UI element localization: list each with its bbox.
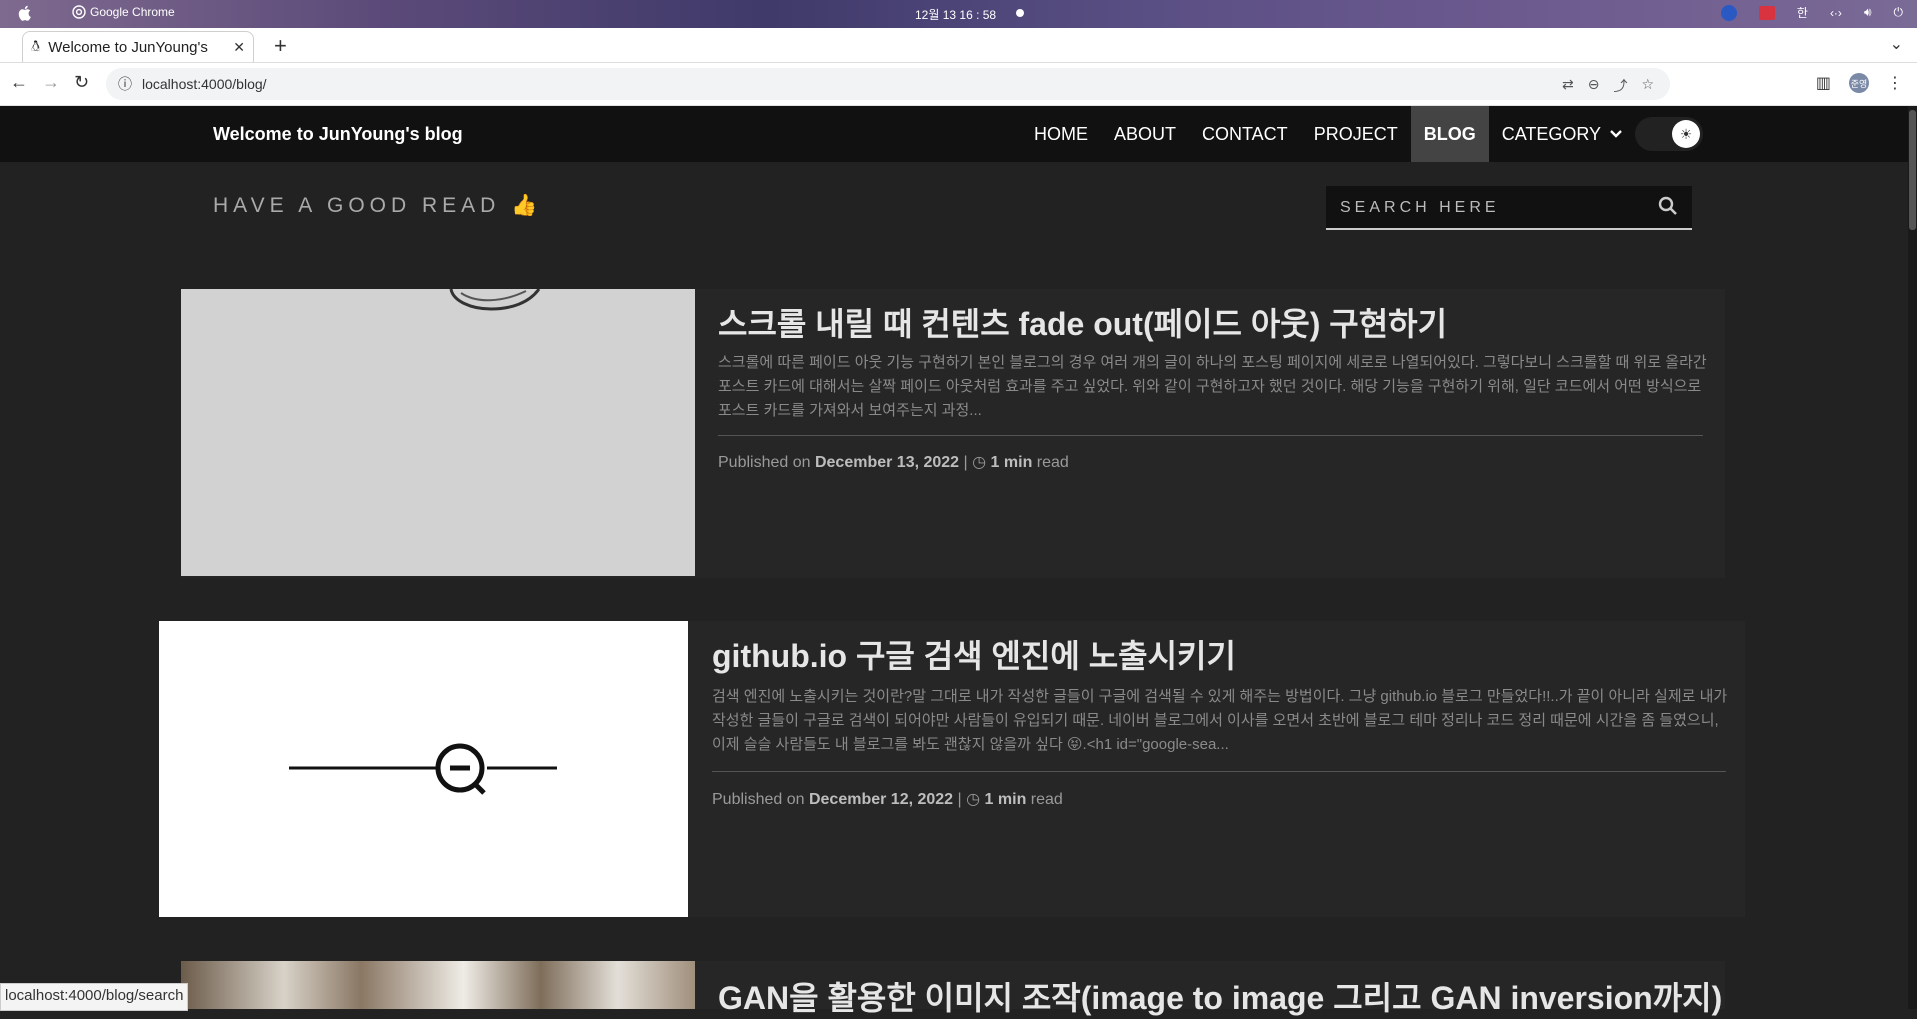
site-nav: HOME ABOUT CONTACT PROJECT BLOG CATEGORY	[1021, 106, 1636, 162]
sketch-drawing	[449, 289, 541, 311]
site-brand[interactable]: Welcome to JunYoung's blog	[213, 124, 463, 145]
profile-avatar[interactable]: 준영	[1849, 73, 1869, 93]
search-input[interactable]	[1338, 186, 1642, 230]
site-info-icon[interactable]: ⓘ	[118, 74, 132, 94]
clock[interactable]: 12월 13 16 : 58	[915, 6, 996, 23]
tab-search-chevron-icon[interactable]: ⌄	[1890, 34, 1903, 54]
remote-app-icon[interactable]	[1758, 5, 1775, 20]
back-icon[interactable]: ←	[10, 72, 28, 93]
post-date: December 12, 2022	[808, 791, 954, 808]
read-time: 1 min	[984, 791, 1027, 808]
nav-project[interactable]: PROJECT	[1301, 106, 1411, 162]
post-meta: Published on December 12, 2022 | ◷ 1 min…	[712, 791, 1063, 808]
post-excerpt: 검색 엔진에 노출시키는 것이란?말 그대로 내가 작성한 글들이 구글에 검색…	[712, 688, 1728, 753]
post-thumbnail	[181, 961, 695, 1009]
active-app[interactable]: Google Chrome	[72, 5, 175, 19]
app-name: Google Chrome	[90, 5, 175, 19]
apple-icon[interactable]	[16, 4, 34, 22]
read-label: read	[1036, 454, 1069, 471]
search-box	[1326, 186, 1692, 230]
browser-tab[interactable]: 🐧︎ Welcome to JunYoung's ✕	[22, 31, 254, 62]
nav-home[interactable]: HOME	[1021, 106, 1101, 162]
side-panel-icon[interactable]: ▥	[1816, 73, 1831, 93]
clock-icon: ◷	[972, 454, 987, 471]
nav-category-label: CATEGORY	[1501, 124, 1602, 144]
post-excerpt: 스크롤에 따른 페이드 아웃 기능 구현하기 본인 블로그의 경우 여러 개의 …	[718, 354, 1707, 419]
post-card[interactable]: GAN을 활용한 이미지 조작(image to image 그리고 GAN i…	[181, 961, 1725, 1016]
address-bar[interactable]: ⓘ localhost:4000/blog/ ⇄ ⊖ ⤴ ☆	[106, 68, 1670, 100]
page-scrollbar[interactable]	[1908, 106, 1917, 1009]
link-status-bar: localhost:4000/blog/search	[0, 983, 189, 1011]
new-tab-button[interactable]: +	[274, 33, 287, 59]
favicon-icon: 🐧︎	[31, 37, 41, 55]
site-header: Welcome to JunYoung's blog HOME ABOUT CO…	[0, 106, 1908, 162]
bookmark-star-icon[interactable]: ☆	[1641, 76, 1654, 96]
url-text: localhost:4000/blog/	[142, 76, 267, 92]
status-app-icon[interactable]	[1720, 4, 1737, 21]
post-title[interactable]: GAN을 활용한 이미지 조작(image to image 그리고 GAN i…	[718, 973, 1722, 1019]
tab-title: Welcome to JunYoung's	[48, 38, 208, 56]
published-label: Published on	[718, 454, 811, 471]
tab-strip: 🐧︎ Welcome to JunYoung's ✕ + ⌄	[0, 28, 1917, 63]
nav-about[interactable]: ABOUT	[1101, 106, 1189, 162]
post-date: December 13, 2022	[814, 454, 960, 471]
network-icon[interactable]: ‹·›	[1830, 6, 1842, 20]
post-title[interactable]: github.io 구글 검색 엔진에 노출시키기	[712, 631, 1236, 677]
post-divider	[712, 771, 1726, 772]
post-meta: Published on December 13, 2022 | ◷ 1 min…	[718, 454, 1069, 471]
post-title[interactable]: 스크롤 내릴 때 컨텐츠 fade out(페이드 아웃) 구현하기	[718, 299, 1447, 345]
post-thumbnail	[181, 289, 695, 576]
post-divider	[718, 435, 1703, 436]
scrollbar-thumb[interactable]	[1909, 110, 1916, 230]
recording-dot	[1016, 9, 1024, 17]
post-card[interactable]: github.io 구글 검색 엔진에 노출시키기 검색 엔진에 노출시키는 것…	[159, 621, 1745, 917]
nav-contact[interactable]: CONTACT	[1189, 106, 1301, 162]
nav-category[interactable]: CATEGORY	[1489, 106, 1636, 162]
post-thumbnail	[159, 621, 688, 917]
theme-toggle[interactable]: ☀	[1635, 117, 1703, 151]
volume-icon[interactable]: 🔊︎	[1864, 5, 1872, 20]
clock-icon: ◷	[966, 791, 981, 808]
close-tab-icon[interactable]: ✕	[233, 39, 245, 56]
browser-toolbar: ← → ↻ ⓘ localhost:4000/blog/ ⇄ ⊖ ⤴ ☆ ▥ 준…	[0, 63, 1917, 106]
search-engine-illustration	[289, 743, 557, 795]
reload-icon[interactable]: ↻	[74, 72, 89, 93]
zoom-icon[interactable]: ⊖	[1588, 76, 1600, 96]
post-card[interactable]: 스크롤 내릴 때 컨텐츠 fade out(페이드 아웃) 구현하기 스크롤에 …	[181, 289, 1725, 578]
translate-icon[interactable]: ⇄	[1562, 76, 1574, 96]
input-language[interactable]: 한	[1797, 4, 1808, 21]
system-tray: 한 ‹·› 🔊︎ ⏻	[1720, 4, 1904, 21]
os-menu-bar: Google Chrome 12월 13 16 : 58 한 ‹·› 🔊︎ ⏻	[0, 0, 1917, 28]
chrome-icon	[72, 5, 86, 19]
read-time: 1 min	[990, 454, 1033, 471]
chrome-menu-icon[interactable]: ⋮	[1887, 73, 1903, 93]
share-icon[interactable]: ⤴	[1613, 76, 1627, 96]
published-label: Published on	[712, 791, 805, 808]
read-label: read	[1030, 791, 1063, 808]
chevron-down-icon	[1610, 130, 1622, 138]
power-icon[interactable]: ⏻	[1894, 5, 1904, 20]
nav-blog[interactable]: BLOG	[1410, 106, 1489, 162]
sun-icon: ☀	[1672, 120, 1700, 148]
search-icon[interactable]	[1658, 196, 1678, 216]
forward-icon[interactable]: →	[42, 72, 60, 93]
page-tagline: HAVE A GOOD READ 👍	[213, 194, 543, 217]
